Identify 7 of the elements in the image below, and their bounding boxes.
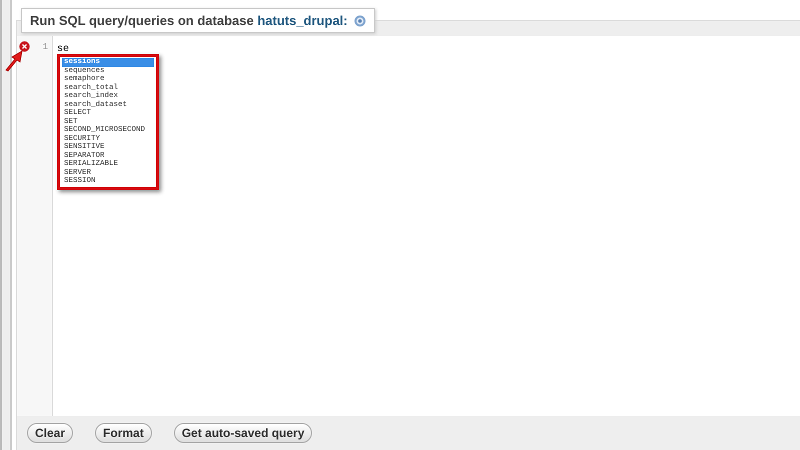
- help-icon[interactable]: [354, 14, 366, 26]
- toolbar-button[interactable]: Clear: [27, 423, 74, 443]
- line-number: 1: [42, 42, 49, 52]
- toolbar-button[interactable]: Get auto-saved query: [174, 423, 312, 443]
- pointer-arrow-icon: [5, 48, 25, 72]
- panel-title: Run SQL query/queries on database hatuts_drupal:: [30, 13, 348, 28]
- toolbar-button[interactable]: Format: [95, 423, 152, 443]
